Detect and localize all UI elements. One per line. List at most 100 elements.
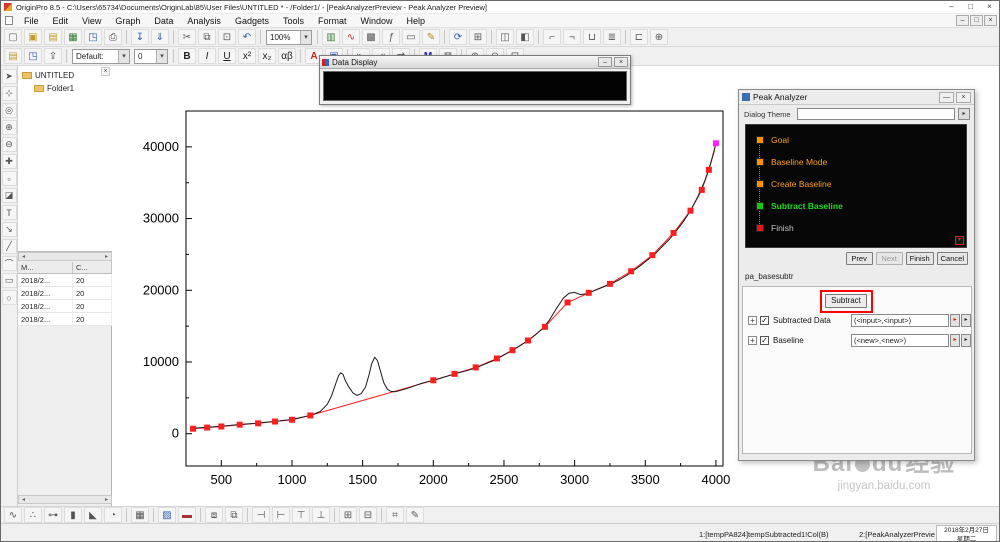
tree-item-folder1[interactable]: Folder1 [18,82,112,95]
checkbox[interactable]: ✓ [760,336,769,345]
minimize-button[interactable]: — [939,91,954,103]
chevron-down-icon[interactable]: ▾ [300,30,311,44]
subscript-icon[interactable]: x₂ [258,48,276,64]
style-combo[interactable]: Default: ▾ [72,48,130,64]
column-header[interactable]: C... [73,262,112,273]
save-window-icon[interactable]: ◳ [24,48,42,64]
align-left-objects-icon[interactable]: ⊣ [252,507,270,523]
column-style-icon[interactable]: ▮ [64,507,82,523]
expand-icon[interactable]: + [748,336,757,345]
new-project-icon[interactable]: ▢ [4,29,22,45]
prev-button[interactable]: Prev [845,252,873,265]
new-matrix-icon[interactable]: ▩ [362,29,380,45]
data-browser-button[interactable]: ▸ [950,314,960,327]
close-button[interactable]: × [614,57,628,67]
maximize-button[interactable]: □ [961,1,980,13]
menu-edit[interactable]: Edit [46,14,76,28]
align-center-objects-icon[interactable]: ⊢ [272,507,290,523]
new-function-icon[interactable]: ƒ [382,29,400,45]
line-tool-icon[interactable]: ╱ [1,239,17,254]
pointer-tool-icon[interactable]: ➤ [1,69,17,84]
line-symbol-style-icon[interactable]: ⊶ [44,507,62,523]
scroll-right-icon[interactable]: ▸ [102,496,111,503]
baseline-anchor[interactable] [687,207,694,214]
italic-icon[interactable]: I [198,48,216,64]
wizard-scroll-down-icon[interactable]: ▾ [955,236,964,245]
add-top-axis-icon[interactable]: ¬ [563,29,581,45]
peak-analyzer-title-bar[interactable]: Peak Analyzer — × [739,90,974,105]
scroll-left-icon[interactable]: ◂ [19,253,28,260]
baseline-anchor[interactable] [524,337,531,344]
baseline-anchor[interactable] [670,229,677,236]
new-workbook-icon[interactable]: ▥ [322,29,340,45]
print-icon[interactable]: ⎙ [104,29,122,45]
layer-extract-icon[interactable]: ⊟ [359,507,377,523]
front-back-icon[interactable]: ⧉ [225,507,243,523]
close-button[interactable]: × [980,1,999,13]
duplicate-window-icon[interactable]: ◫ [496,29,514,45]
zoom-in-tool-icon[interactable]: ⊕ [1,120,17,135]
baseline-anchor[interactable] [585,289,592,296]
baseline-anchor[interactable] [509,347,516,354]
child-minimize-button[interactable]: – [956,15,969,26]
add-left-axis-icon[interactable]: ⌐ [543,29,561,45]
table-row[interactable]: 2018/2... 20 [18,313,112,326]
scroll-left-icon[interactable]: ◂ [19,496,28,503]
child-restore-button[interactable]: □ [970,15,983,26]
table-row[interactable]: 2018/2... 20 [18,287,112,300]
align-top-objects-icon[interactable]: ⊤ [292,507,310,523]
flyout-button[interactable]: ▸ [961,334,971,347]
flyout-button[interactable]: ▸ [961,314,971,327]
data-display-window[interactable]: Data Display – × [319,55,631,105]
export-graph-icon[interactable]: ⇪ [44,48,62,64]
save-project-icon[interactable]: ◳ [84,29,102,45]
object-edit-icon[interactable]: ✎ [406,507,424,523]
open-template-icon[interactable]: ▤ [4,48,22,64]
rescale-icon[interactable]: ⊞ [469,29,487,45]
undo-icon[interactable]: ↶ [238,29,256,45]
field-value-input[interactable]: (<new>,<new>) [851,334,949,347]
tree-horizontal-scrollbar[interactable]: ◂ ▸ [18,252,112,261]
import-ascii-icon[interactable]: ⇓ [151,29,169,45]
data-reader-tool-icon[interactable]: ◎ [1,103,17,118]
baseline-anchor[interactable] [628,268,635,275]
panel-horizontal-scrollbar[interactable]: ◂ ▸ [18,495,112,504]
menu-view[interactable]: View [75,14,108,28]
menu-graph[interactable]: Graph [108,14,147,28]
refresh-icon[interactable]: ⟳ [449,29,467,45]
layer-manager-icon[interactable]: ⊏ [630,29,648,45]
new-graph-icon[interactable]: ∿ [342,29,360,45]
underline-icon[interactable]: U [218,48,236,64]
wizard-step-baseline-mode[interactable]: Baseline Mode [746,155,827,169]
line-color-icon[interactable]: ▬ [178,507,196,523]
minimize-button[interactable]: – [598,57,612,67]
baseline-anchor[interactable] [430,377,437,384]
text-tool-icon[interactable]: T [1,205,17,220]
cancel-button[interactable]: Cancel [936,252,968,265]
wizard-step-finish[interactable]: Finish [746,221,794,235]
menu-format[interactable]: Format [311,14,354,28]
baseline-anchor[interactable] [541,323,548,330]
end-anchor[interactable] [712,140,719,147]
next-button[interactable]: Next [875,252,903,265]
baseline-anchor[interactable] [236,421,243,428]
circle-tool-icon[interactable]: ○ [1,290,17,305]
line-plot-style-icon[interactable]: ∿ [4,507,22,523]
add-grid-icon[interactable]: ≣ [603,29,621,45]
baseline-anchor[interactable] [472,364,479,371]
menu-tools[interactable]: Tools [276,14,311,28]
peak-analyzer-dialog[interactable]: Peak Analyzer — × Dialog Theme ▸ ▾ Goal Ba… [738,89,975,461]
child-close-button[interactable]: × [984,15,997,26]
new-folder-icon[interactable]: ▣ [24,29,42,45]
baseline-anchor[interactable] [255,420,262,427]
layer-add-icon[interactable]: ⊞ [339,507,357,523]
expand-icon[interactable]: + [748,316,757,325]
menu-window[interactable]: Window [354,14,400,28]
bold-icon[interactable]: B [178,48,196,64]
table-row[interactable]: 2018/2... 20 [18,274,112,287]
close-icon[interactable]: × [101,67,110,76]
baseline-anchor[interactable] [307,412,314,419]
screen-reader-tool-icon[interactable]: ⊹ [1,86,17,101]
baseline-anchor[interactable] [493,355,500,362]
baseline-anchor[interactable] [288,416,295,423]
